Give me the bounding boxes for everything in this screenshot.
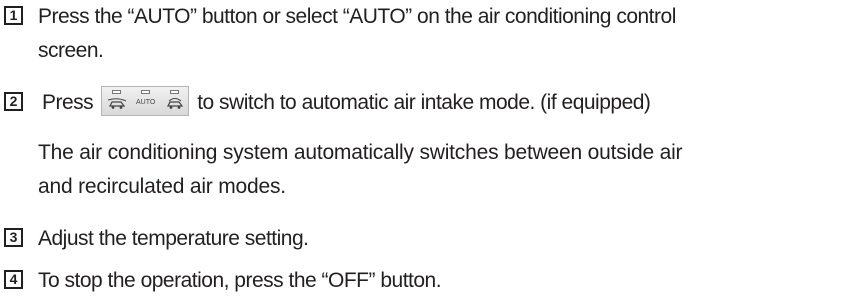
step-2-note-line-2: and recirculated air modes. [38,175,286,198]
step-2-note-line-1: The air conditioning system automaticall… [38,141,683,164]
step-number-badge: 1 [4,6,23,25]
step-2-text: Press AUTO to switch to automatic air inta… [42,86,651,120]
step-number-badge: 3 [4,228,23,247]
indicator-light [141,90,151,95]
step-1-text-line-2: screen. [38,39,104,62]
indicator-light [112,90,122,95]
step-2-before-text: Press [42,91,94,114]
outside-air-button [102,87,131,115]
step-4-text: To stop the operation, press the “OFF” b… [38,269,442,292]
step-number-badge: 2 [4,92,23,111]
air-intake-control-panel: AUTO [101,86,190,117]
step-2-after-text: to switch to automatic air intake mode. … [197,91,651,114]
auto-intake-label: AUTO [136,99,156,107]
indicator-light [170,90,180,95]
auto-intake-button: AUTO [131,87,160,115]
recirculate-air-button [160,87,189,115]
recirculate-air-icon [167,98,184,110]
step-3-text: Adjust the temperature setting. [38,227,309,250]
outside-air-icon [108,98,127,110]
step-number-badge: 4 [4,270,23,289]
step-1-text-line-1: Press the “AUTO” button or select “AUTO”… [38,5,676,28]
